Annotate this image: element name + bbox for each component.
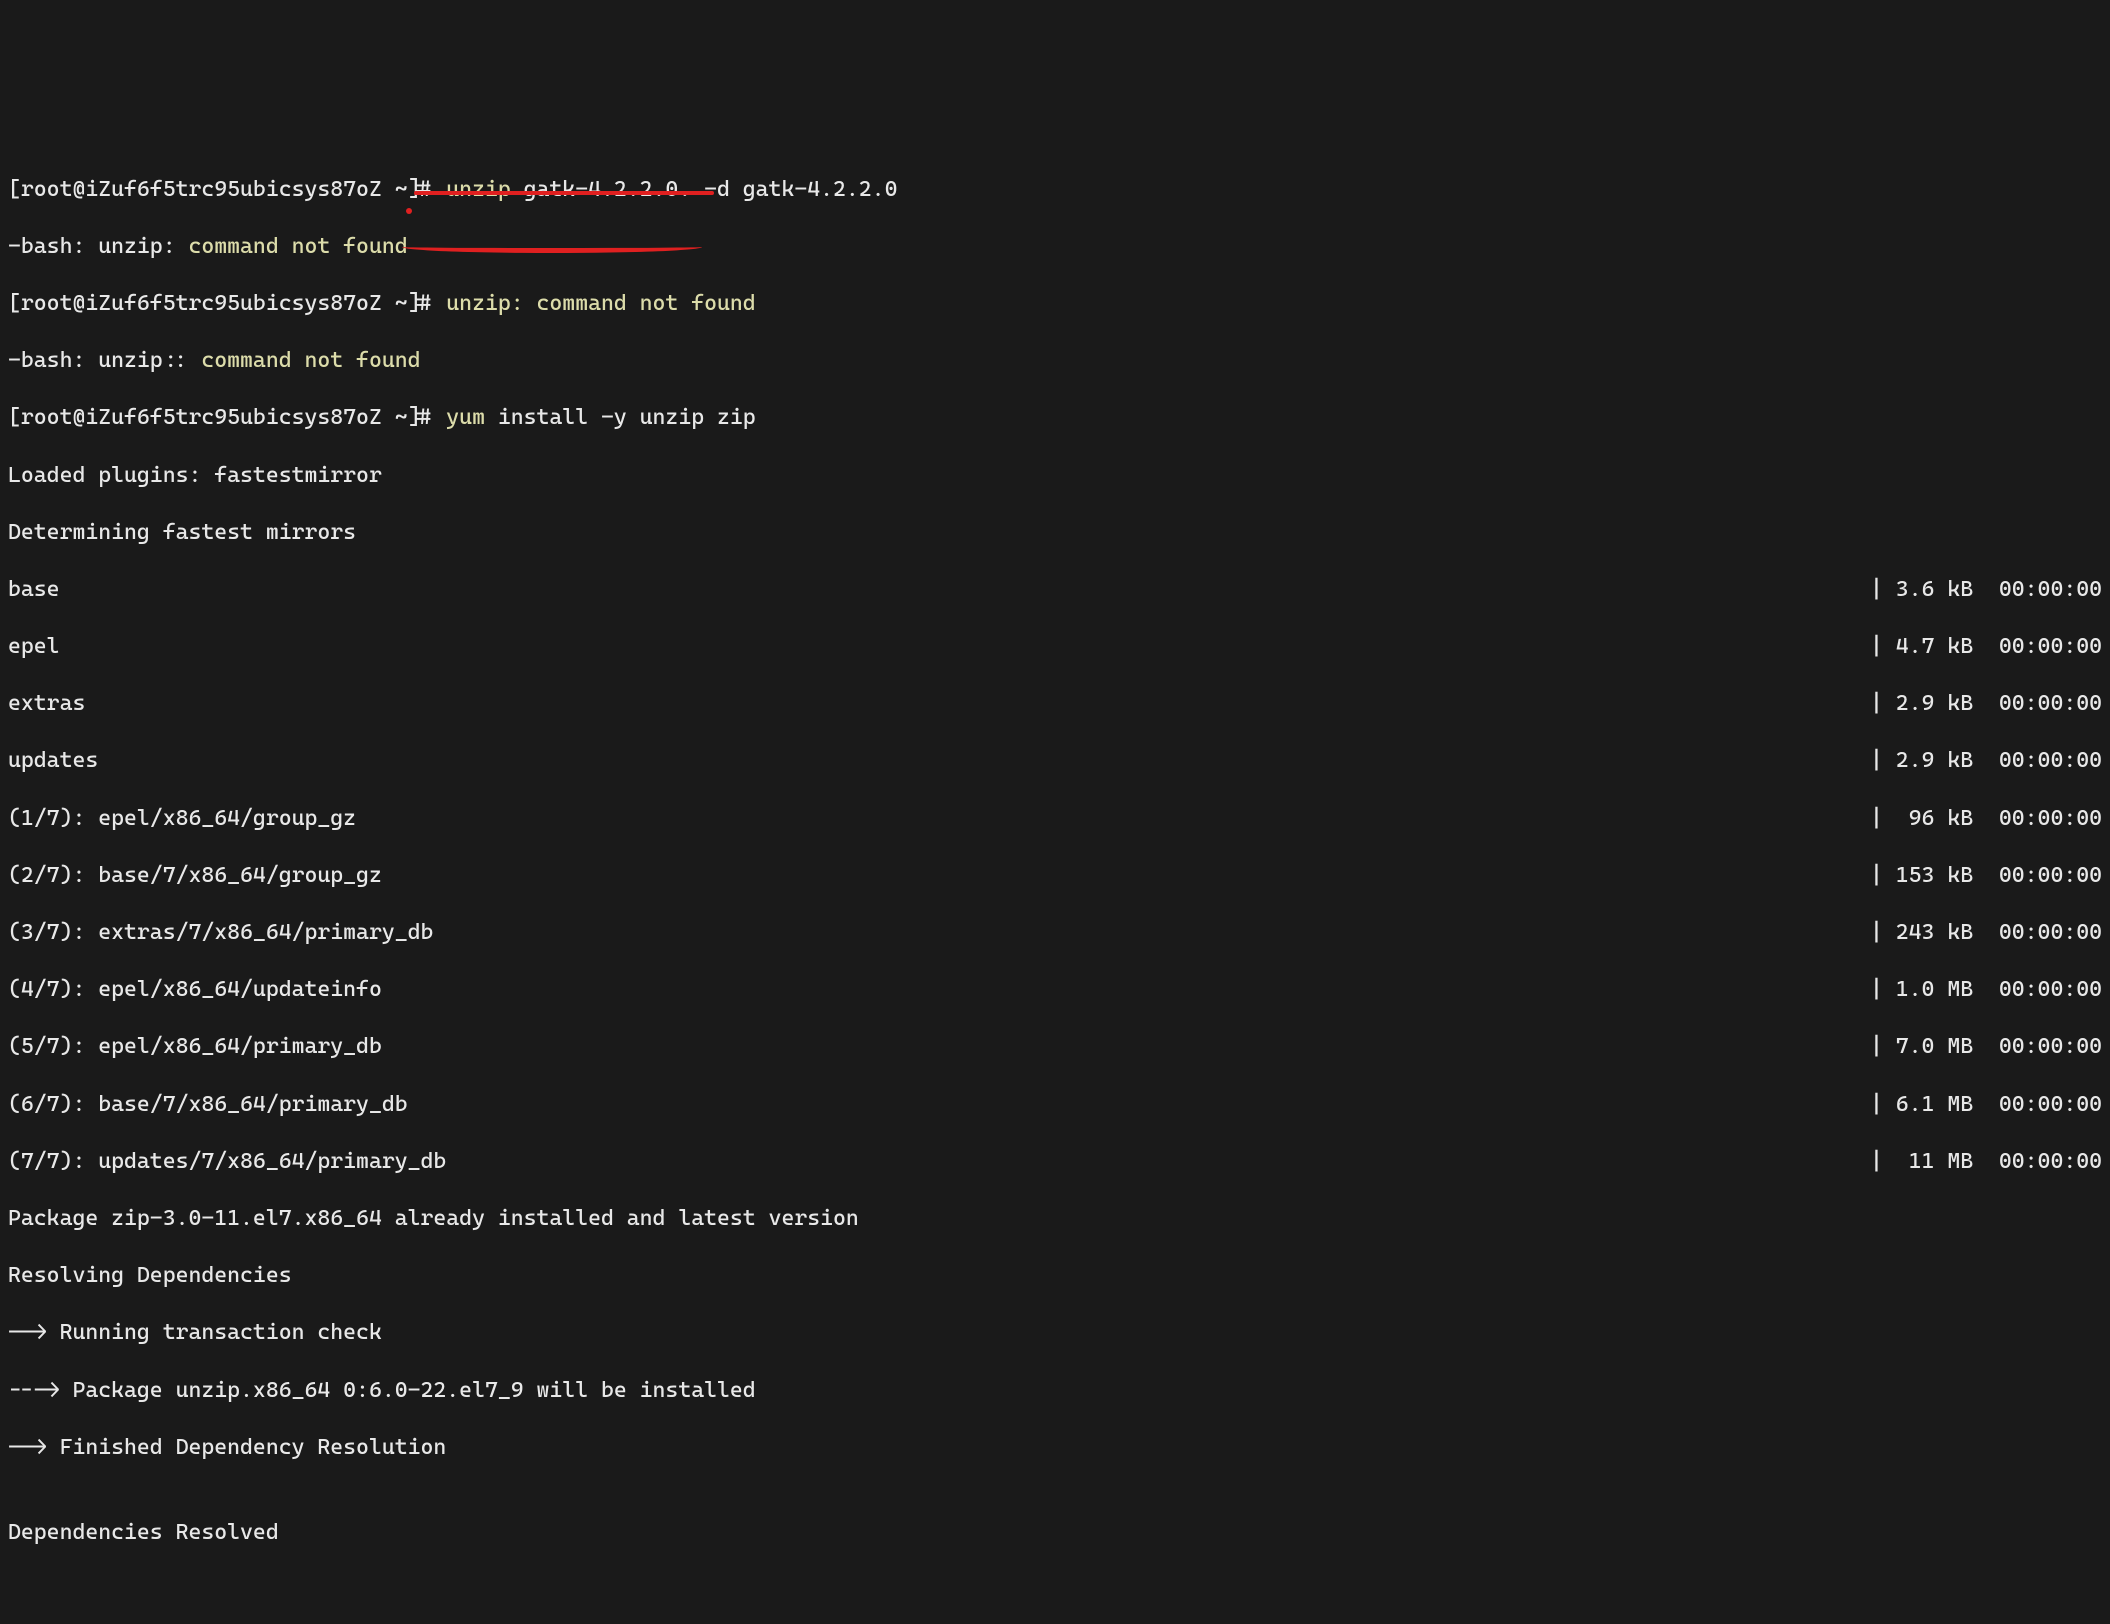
err2-msg: command not found: [201, 348, 420, 373]
pkg-unzip: ---> Package unzip.x86_64 0:6.0-22.el7_9…: [8, 1377, 2102, 1406]
repo-row-6: (3/7): extras/7/x86_64/primary_db| 243 k…: [8, 919, 2102, 948]
resolving-deps: Resolving Dependencies: [8, 1262, 2102, 1291]
prompt-host: iZuf6f5trc95ubicsys87oZ: [85, 177, 381, 202]
annotation-dot-icon: [406, 208, 412, 214]
err2-prefix: -bash: unzip::: [8, 348, 201, 373]
error-line-2: -bash: unzip:: command not found: [8, 347, 2102, 376]
terminal-output[interactable]: [root@iZuf6f5trc95ubicsys87oZ ~]# unzip …: [8, 118, 2102, 1624]
prompt-hash: #: [421, 177, 434, 202]
cmd3-head: yum: [446, 405, 485, 430]
repo-row-7: (4/7): epel/x86_64/updateinfo| 1.0 MB 00…: [8, 976, 2102, 1005]
loaded-plugins: Loaded plugins: fastestmirror: [8, 462, 2102, 491]
repo-row-9: (6/7): base/7/x86_64/primary_db| 6.1 MB …: [8, 1091, 2102, 1120]
prompt-open: [: [8, 177, 21, 202]
prompt-line-1: [root@iZuf6f5trc95ubicsys87oZ ~]# unzip …: [8, 176, 2102, 205]
cmd2-head: unzip:: [446, 291, 523, 316]
prompt-line-3: [root@iZuf6f5trc95ubicsys87oZ ~]# yum in…: [8, 404, 2102, 433]
cmd1-rest: gatk-4.2.2.0. -d gatk-4.2.2.0: [511, 177, 898, 202]
prompt-user: root: [21, 177, 73, 202]
cmd3-rest: install -y unzip zip: [485, 405, 756, 430]
determining-mirrors: Determining fastest mirrors: [8, 519, 2102, 548]
prompt-close: ]: [408, 177, 421, 202]
error-line-1: -bash: unzip: command not found: [8, 233, 2102, 262]
prompt-line-2: [root@iZuf6f5trc95ubicsys87oZ ~]# unzip:…: [8, 290, 2102, 319]
prompt-space: [382, 177, 395, 202]
deps-resolved: Dependencies Resolved: [8, 1519, 2102, 1548]
repo-row-5: (2/7): base/7/x86_64/group_gz| 153 kB 00…: [8, 862, 2102, 891]
finished-dep: --> Finished Dependency Resolution: [8, 1434, 2102, 1463]
repo-row-3: updates| 2.9 kB 00:00:00: [8, 747, 2102, 776]
pkg-installed: Package zip-3.0-11.el7.x86_64 already in…: [8, 1205, 2102, 1234]
err1-msg: command not found: [188, 234, 407, 259]
cmd2-err: command not found: [537, 291, 756, 316]
repo-row-4: (1/7): epel/x86_64/group_gz| 96 kB 00:00…: [8, 805, 2102, 834]
err1-prefix: -bash: unzip:: [8, 234, 188, 259]
prompt-at: @: [72, 177, 85, 202]
repo-row-0: base| 3.6 kB 00:00:00: [8, 576, 2102, 605]
repo-row-2: extras| 2.9 kB 00:00:00: [8, 690, 2102, 719]
annotation-underline-icon: [414, 191, 714, 195]
prompt-tilde: ~: [395, 177, 408, 202]
transaction-check: --> Running transaction check: [8, 1319, 2102, 1348]
repo-row-1: epel| 4.7 kB 00:00:00: [8, 633, 2102, 662]
repo-row-10: (7/7): updates/7/x86_64/primary_db| 11 M…: [8, 1148, 2102, 1177]
repo-row-8: (5/7): epel/x86_64/primary_db| 7.0 MB 00…: [8, 1033, 2102, 1062]
cmd1-head: unzip: [446, 177, 510, 202]
